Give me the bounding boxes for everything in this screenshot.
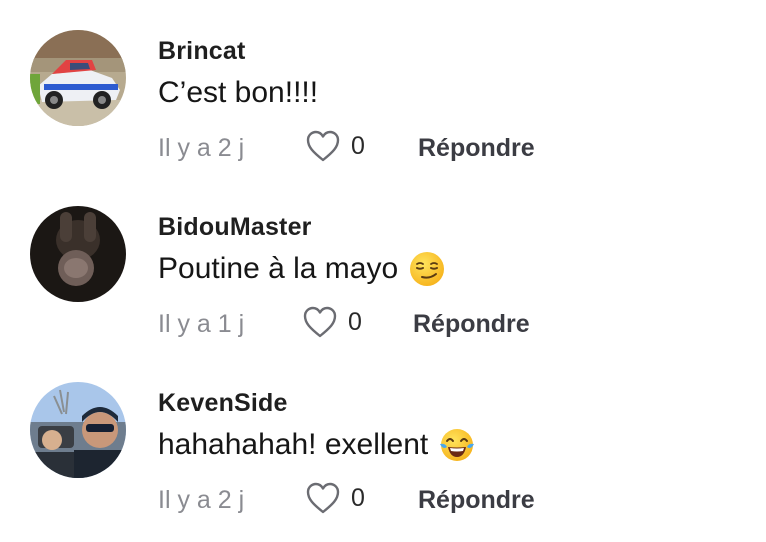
comment-text: C’est bon!!!! xyxy=(158,76,318,110)
comment-text-content: C’est bon!!!! xyxy=(158,76,319,109)
comment-username[interactable]: Brincat xyxy=(158,37,246,66)
dark-figure-avatar-image xyxy=(30,206,126,302)
comment-item: KevenSide hahahahah! exellent Il y a 2 j… xyxy=(0,352,766,528)
comment-item: BidouMaster Poutine à la mayo Il y a 1 j xyxy=(0,176,766,352)
smirking-face-emoji-icon xyxy=(408,250,446,288)
comment-username[interactable]: KevenSide xyxy=(158,389,288,418)
heart-icon xyxy=(306,482,340,514)
comment-text: Poutine à la mayo xyxy=(158,250,446,288)
like-button[interactable]: 0 xyxy=(302,305,362,339)
race-car-avatar-image xyxy=(30,30,126,126)
reply-button[interactable]: Répondre xyxy=(418,486,535,515)
avatar[interactable] xyxy=(30,206,126,302)
heart-icon xyxy=(306,130,340,162)
like-button[interactable]: 0 xyxy=(305,129,365,163)
comment-username[interactable]: BidouMaster xyxy=(158,213,312,242)
comment-text: hahahahah! exellent xyxy=(158,426,476,464)
like-count: 0 xyxy=(351,131,365,160)
comment-text-content: hahahahah! exellent xyxy=(158,428,429,461)
comment-text-content: Poutine à la mayo xyxy=(158,252,399,285)
man-in-vehicle-avatar-image xyxy=(30,382,126,478)
like-button[interactable]: 0 xyxy=(305,481,365,515)
heart-icon xyxy=(303,306,337,338)
reply-button[interactable]: Répondre xyxy=(418,134,535,163)
reply-button[interactable]: Répondre xyxy=(413,310,530,339)
avatar[interactable] xyxy=(30,30,126,126)
face-with-tears-of-joy-emoji-icon xyxy=(438,426,476,464)
comment-item: Brincat C’est bon!!!! Il y a 2 j 0 Répon… xyxy=(0,0,766,176)
comment-timestamp: Il y a 2 j xyxy=(158,134,245,162)
avatar[interactable] xyxy=(30,382,126,478)
comment-timestamp: Il y a 2 j xyxy=(158,486,245,514)
like-count: 0 xyxy=(351,483,365,512)
like-count: 0 xyxy=(348,307,362,336)
comment-timestamp: Il y a 1 j xyxy=(158,310,245,338)
